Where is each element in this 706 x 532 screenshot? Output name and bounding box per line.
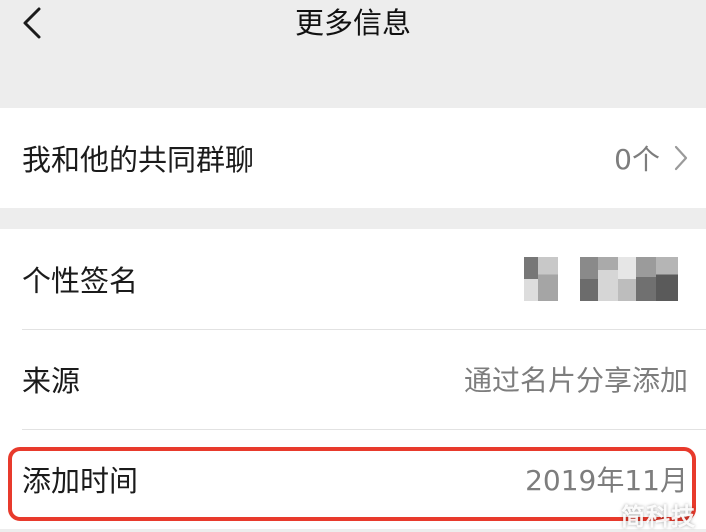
signature-value-obscured xyxy=(524,257,678,301)
common-group-chats-row[interactable]: 我和他的共同群聊 0个 xyxy=(0,108,706,208)
row-right: 0个 xyxy=(614,138,688,178)
row-value: 通过名片分享添加 xyxy=(463,364,688,397)
group-profile-info: 个性签名 来源 通过名片分享添加 添加时间 2019年11月 xyxy=(0,229,706,529)
page-title: 更多信息 xyxy=(294,6,411,40)
row-value: 2019年11月 xyxy=(525,464,688,497)
watermark: 简科技 xyxy=(621,503,696,531)
row-label: 个性签名 xyxy=(22,264,139,298)
more-info-screen: 更多信息 我和他的共同群聊 0个 个性签名 来源 通过名片分享添加 添加时间 2… xyxy=(0,0,706,532)
row-label: 添加时间 xyxy=(22,464,139,498)
chevron-right-icon xyxy=(674,145,688,171)
row-value: 0个 xyxy=(614,143,660,176)
row-label: 我和他的共同群聊 xyxy=(22,143,255,177)
source-row: 来源 通过名片分享添加 xyxy=(0,329,706,429)
signature-row: 个性签名 xyxy=(0,229,706,329)
group-common-chats: 我和他的共同群聊 0个 xyxy=(0,108,706,208)
row-label: 来源 xyxy=(22,364,81,398)
nav-bar: 更多信息 xyxy=(0,0,706,50)
add-time-row: 添加时间 2019年11月 xyxy=(0,429,706,529)
